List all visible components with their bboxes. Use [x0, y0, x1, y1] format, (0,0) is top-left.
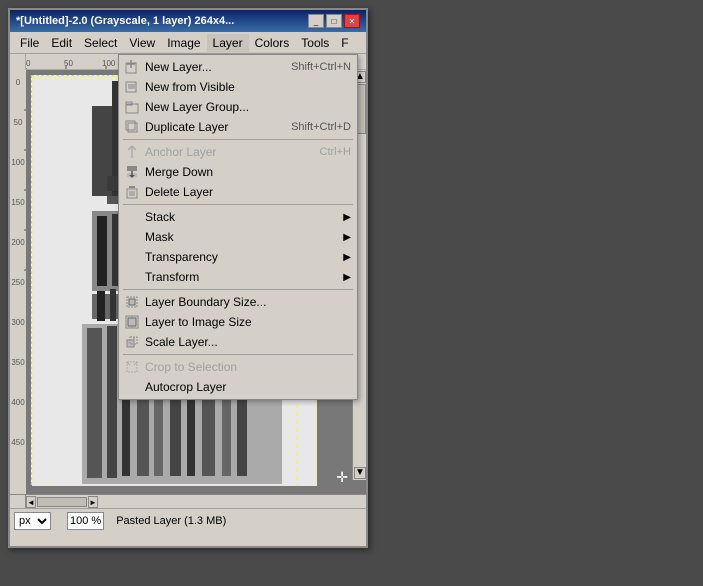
svg-text:250: 250: [11, 278, 25, 287]
menu-item-autocrop-layer[interactable]: Autocrop Layer: [119, 377, 357, 397]
menu-item-new-layer-group[interactable]: New Layer Group...: [119, 97, 357, 117]
menu-tools[interactable]: Tools: [295, 34, 335, 52]
svg-text:100: 100: [11, 158, 25, 167]
svg-text:200: 200: [11, 238, 25, 247]
anchor-layer-icon: [123, 143, 141, 161]
menu-item-mask[interactable]: Mask ▶: [119, 227, 357, 247]
menu-image[interactable]: Image: [161, 34, 206, 52]
menu-item-stack[interactable]: Stack ▶: [119, 207, 357, 227]
svg-text:150: 150: [11, 198, 25, 207]
merge-down-icon: [123, 163, 141, 181]
menu-item-new-from-visible[interactable]: New from Visible: [119, 77, 357, 97]
menu-item-new-layer[interactable]: New Layer... Shift+Ctrl+N: [119, 57, 357, 77]
scroll-down-button[interactable]: ▼: [354, 467, 366, 479]
move-cursor-icon: ✛: [336, 469, 348, 486]
window-controls: _ □ ✕: [308, 14, 360, 28]
scroll-right-button[interactable]: ►: [88, 496, 98, 508]
transform-submenu-arrow: ▶: [343, 272, 351, 283]
mask-submenu-arrow: ▶: [343, 232, 351, 243]
svg-text:50: 50: [14, 118, 23, 127]
close-button[interactable]: ✕: [344, 14, 360, 28]
transform-icon: [123, 268, 141, 286]
menu-file[interactable]: File: [14, 34, 45, 52]
ruler-vertical: 0 50 100 150 200 250 300 350 400 450: [10, 70, 26, 494]
crop-to-selection-icon: [123, 358, 141, 376]
status-bar: px % in cm 100 % Pasted Layer (1.3 MB): [10, 508, 366, 532]
unit-select[interactable]: px % in cm: [14, 512, 51, 530]
scroll-left-button[interactable]: ◄: [26, 496, 36, 508]
menu-layer[interactable]: Layer: [207, 34, 249, 52]
transparency-icon: [123, 248, 141, 266]
separator-4: [123, 354, 353, 355]
title-bar: *[Untitled]-2.0 (Grayscale, 1 layer) 264…: [10, 10, 366, 32]
menu-item-transform[interactable]: Transform ▶: [119, 267, 357, 287]
menu-filters[interactable]: F: [335, 34, 354, 52]
autocrop-layer-icon: [123, 378, 141, 396]
svg-text:300: 300: [11, 318, 25, 327]
svg-text:350: 350: [11, 358, 25, 367]
delete-layer-icon: [123, 183, 141, 201]
separator-3: [123, 289, 353, 290]
transparency-submenu-arrow: ▶: [343, 252, 351, 263]
menu-view[interactable]: View: [123, 34, 161, 52]
scroll-h-thumb[interactable]: [37, 497, 87, 507]
minimize-button[interactable]: _: [308, 14, 324, 28]
layer-boundary-size-icon: [123, 293, 141, 311]
menu-edit[interactable]: Edit: [45, 34, 78, 52]
layer-dropdown-menu: New Layer... Shift+Ctrl+N New from Visib…: [118, 54, 358, 400]
svg-text:450: 450: [11, 438, 25, 447]
zoom-value: 100 %: [70, 515, 101, 527]
maximize-button[interactable]: □: [326, 14, 342, 28]
menu-item-layer-to-image-size[interactable]: Layer to Image Size: [119, 312, 357, 332]
scrollbar-horizontal-container: ◄ ►: [10, 494, 366, 508]
svg-text:50: 50: [64, 59, 73, 68]
new-from-visible-icon: [123, 78, 141, 96]
new-layer-icon: [123, 58, 141, 76]
menu-bar: File Edit Select View Image Layer Colors…: [10, 32, 366, 54]
new-layer-group-icon: [123, 98, 141, 116]
menu-item-crop-to-selection[interactable]: Crop to Selection: [119, 357, 357, 377]
stack-icon: [123, 208, 141, 226]
window-title: *[Untitled]-2.0 (Grayscale, 1 layer) 264…: [16, 15, 234, 27]
separator-2: [123, 204, 353, 205]
menu-item-delete-layer[interactable]: Delete Layer: [119, 182, 357, 202]
zoom-control: 100 %: [67, 512, 104, 530]
menu-item-anchor-layer[interactable]: Anchor Layer Ctrl+H: [119, 142, 357, 162]
scroll-corner: [10, 495, 26, 508]
svg-text:100: 100: [102, 59, 116, 68]
gimp-window: *[Untitled]-2.0 (Grayscale, 1 layer) 264…: [8, 8, 368, 548]
menu-select[interactable]: Select: [78, 34, 123, 52]
status-info: Pasted Layer (1.3 MB): [108, 515, 362, 527]
ruler-corner: [10, 54, 26, 70]
mask-icon: [123, 228, 141, 246]
menu-item-transparency[interactable]: Transparency ▶: [119, 247, 357, 267]
scrollbar-horizontal[interactable]: ◄ ►: [26, 495, 366, 508]
svg-text:0: 0: [16, 78, 21, 87]
scale-layer-icon: [123, 333, 141, 351]
stack-submenu-arrow: ▶: [343, 212, 351, 223]
menu-colors[interactable]: Colors: [249, 34, 296, 52]
menu-item-scale-layer[interactable]: Scale Layer...: [119, 332, 357, 352]
svg-text:0: 0: [26, 59, 31, 68]
layer-to-image-size-icon: [123, 313, 141, 331]
menu-item-layer-boundary-size[interactable]: Layer Boundary Size...: [119, 292, 357, 312]
duplicate-layer-icon: [123, 118, 141, 136]
svg-text:400: 400: [11, 398, 25, 407]
menu-item-merge-down[interactable]: Merge Down: [119, 162, 357, 182]
separator-1: [123, 139, 353, 140]
menu-item-duplicate-layer[interactable]: Duplicate Layer Shift+Ctrl+D: [119, 117, 357, 137]
